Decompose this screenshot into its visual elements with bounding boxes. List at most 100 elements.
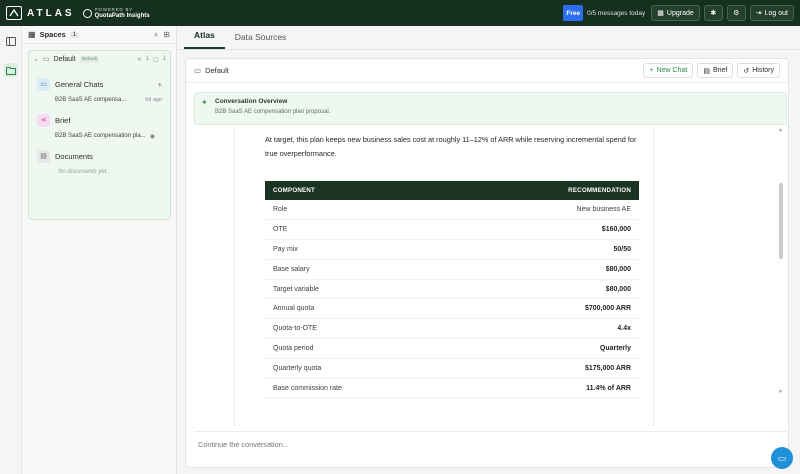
grid-icon: ▦ (657, 10, 664, 17)
table-row: Quarterly quota $175,000 ARR (265, 358, 639, 379)
upgrade-label: Upgrade (666, 9, 694, 17)
sidebar-icon (6, 36, 16, 46)
document-icon: ▤ (703, 67, 710, 75)
table-cell-component: Quarterly quota (265, 358, 459, 379)
document-scrollbar[interactable]: ▲ ▼ (778, 127, 784, 397)
top-bar: ATLAS POWERED BY QuotaPath Insights Free… (0, 0, 800, 26)
table-cell-recommendation: 11.4% of ARR (458, 378, 639, 399)
document-view: At target, this plan keeps new business … (234, 127, 654, 427)
table-cell-recommendation: New business AE (458, 200, 639, 221)
powered-by-name: QuotaPath Insights (94, 13, 150, 19)
message-input[interactable] (198, 440, 698, 449)
new-chat-label: New Chat (656, 67, 688, 74)
logout-icon: ⇥ (755, 10, 762, 17)
document-intro: At target, this plan keeps new business … (265, 135, 637, 158)
chevron-down-icon[interactable]: ⌄ (33, 55, 39, 63)
folder-icon: ▭ (42, 56, 50, 63)
brief-item-title: B2B SaaS AE compensation pla... (55, 133, 146, 139)
folder-icon (6, 66, 16, 75)
add-space-icon[interactable]: ⊞ (163, 30, 170, 40)
table-cell-recommendation: $700,000 ARR (458, 298, 639, 320)
table-header-component: COMPONENT (265, 181, 459, 200)
chat-item-time: 6d ago (145, 97, 162, 103)
spaces-grid-icon: ▦ (28, 30, 36, 39)
section-documents[interactable]: ▤ Documents (29, 147, 170, 165)
quotapath-logo-icon (82, 8, 92, 18)
compensation-table: COMPONENT RECOMMENDATION Role New busines… (265, 181, 639, 399)
chat-icon: ▭ (777, 452, 787, 463)
space-name: Default (53, 55, 76, 63)
table-cell-recommendation: 4.4x (458, 318, 639, 340)
chat-icon: ▢ (152, 56, 159, 63)
documents-empty: No documents yet. (58, 169, 109, 175)
chat-count: 1 (162, 55, 166, 62)
space-card-default: ⌄ ▭ Default Default ⋖ 1 ▢ 1 ▭ General Chat… (28, 50, 171, 220)
history-icon: ↺ (743, 67, 750, 75)
table-row: Base commission rate 11.4% of ARR (265, 378, 639, 399)
table-row: Quota-to-OTE 4.4x (265, 318, 639, 340)
tab-atlas[interactable]: Atlas (184, 30, 225, 49)
bug-report-button[interactable]: ✱ (703, 5, 723, 21)
composer: ⌀ ➤ (194, 431, 787, 467)
table-cell-component: OTE (265, 219, 459, 241)
spaces-panel: ▦ Spaces 1 ⌕ ⊞ ⌄ ▭ Default Default ⋖ 1 ▢ 1… (22, 26, 177, 474)
table-header-recommendation: RECOMMENDATION (458, 181, 639, 200)
brand-name: ATLAS (27, 7, 75, 19)
section-brief[interactable]: ⋖ Brief (29, 111, 170, 129)
add-chat-icon[interactable]: + (158, 80, 162, 89)
table-header-row: COMPONENT RECOMMENDATION (265, 181, 639, 200)
history-button[interactable]: ↺ History (737, 63, 780, 78)
gear-icon: ⚙ (733, 10, 740, 17)
scroll-up-icon[interactable]: ▲ (778, 127, 783, 133)
upgrade-button[interactable]: ▦ Upgrade (651, 5, 700, 21)
table-cell-recommendation: 50/50 (458, 239, 639, 260)
left-rail (0, 26, 22, 474)
powered-by-label: POWERED BY (94, 7, 134, 12)
spaces-nav-button[interactable] (4, 63, 18, 77)
conversation-overview[interactable]: ✦ Conversation Overview B2B SaaS AE comp… (194, 92, 787, 125)
table-row: Pay mix 50/50 (265, 239, 639, 260)
table-cell-component: Quota period (265, 338, 459, 359)
atlas-logo-icon (6, 6, 22, 20)
main-tabs: Atlas Data Sources (178, 26, 800, 50)
scroll-down-icon[interactable]: ▼ (778, 389, 783, 395)
table-row: Target variable $80,000 (265, 279, 639, 300)
new-chat-button[interactable]: + New Chat (643, 63, 694, 78)
settings-button[interactable]: ⚙ (726, 5, 746, 21)
brief-share-icon: ⋖ (37, 113, 50, 127)
table-cell-recommendation: Quarterly (458, 338, 639, 359)
history-label: History (752, 67, 774, 74)
powered-by: POWERED BY QuotaPath Insights (82, 6, 150, 20)
chat-list-item[interactable]: B2B SaaS AE compensa... 6d ago (29, 93, 170, 107)
table-cell-component: Base salary (265, 259, 459, 280)
spaces-count: 1 (69, 31, 80, 38)
support-chat-button[interactable]: ▭ (771, 447, 793, 469)
general-chats-label: General Chats (55, 79, 104, 89)
documents-label: Documents (55, 151, 93, 161)
scroll-thumb[interactable] (779, 183, 783, 259)
brief-button-label: Brief (712, 67, 728, 74)
table-row: Base salary $80,000 (265, 259, 639, 280)
default-badge: Default (79, 55, 99, 63)
eye-icon[interactable]: ◉ (150, 133, 155, 140)
chat-item-title: B2B SaaS AE compensa... (55, 97, 127, 103)
plan-badge: Free (563, 5, 584, 21)
tab-data-sources[interactable]: Data Sources (225, 32, 297, 49)
search-icon[interactable]: ⌕ (154, 30, 158, 40)
table-cell-component: Base commission rate (265, 378, 459, 399)
plus-icon: + (649, 67, 654, 74)
sparkle-icon: ✦ (201, 98, 208, 107)
document-icon: ▤ (37, 149, 50, 163)
space-header[interactable]: ⌄ ▭ Default Default ⋖ 1 ▢ 1 (29, 51, 170, 67)
table-cell-recommendation: $80,000 (458, 279, 639, 300)
spaces-header: ▦ Spaces 1 ⌕ ⊞ (22, 26, 176, 44)
logout-button[interactable]: ⇥ Log out (749, 5, 794, 21)
table-cell-component: Quota-to-OTE (265, 318, 459, 340)
toggle-sidebar-button[interactable] (4, 34, 18, 48)
table-cell-recommendation: $160,000 (458, 219, 639, 241)
section-general-chats[interactable]: ▭ General Chats + (29, 75, 170, 93)
table-cell-component: Pay mix (265, 239, 459, 260)
bug-icon: ✱ (710, 10, 717, 17)
brief-button[interactable]: ▤ Brief (697, 63, 734, 78)
brief-list-item[interactable]: B2B SaaS AE compensation pla... ◉ (29, 129, 170, 143)
